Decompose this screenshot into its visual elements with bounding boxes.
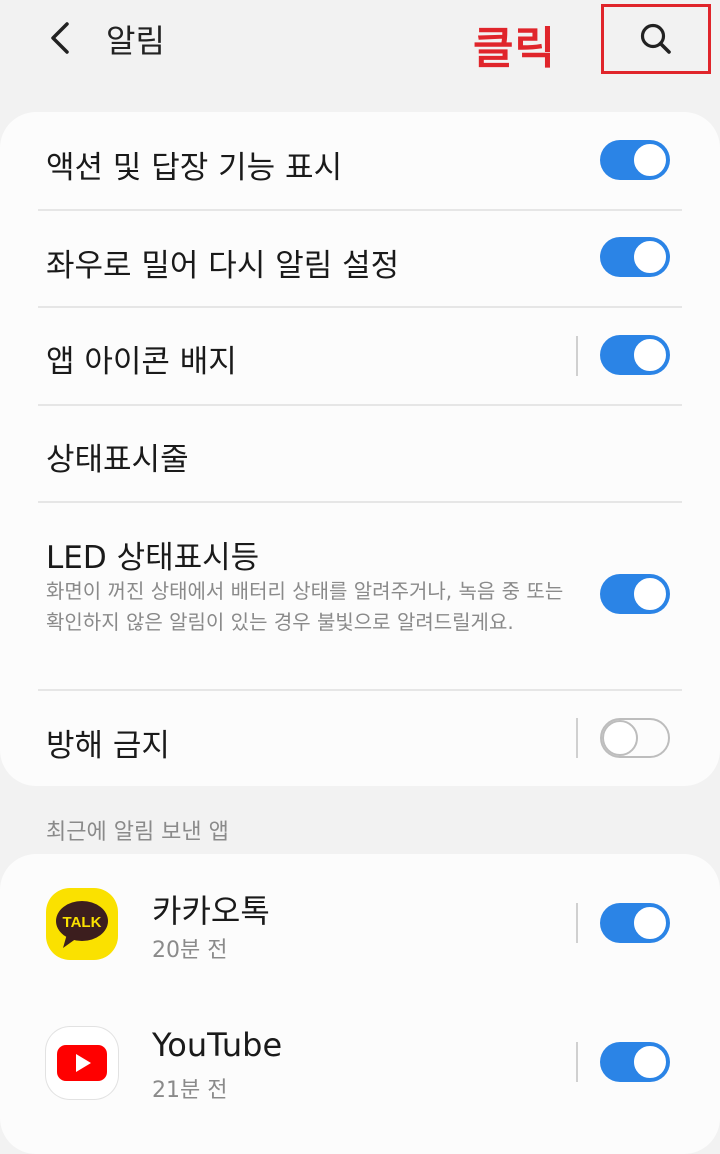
toggle-switch[interactable]	[600, 718, 670, 758]
setting-row-led[interactable]: LED 상태표시등 화면이 꺼진 상태에서 배터리 상태를 알려주거나, 녹음 …	[0, 502, 720, 689]
setting-label: 방해 금지	[46, 728, 170, 764]
toggle-knob	[632, 576, 668, 612]
setting-label: 액션 및 답장 기능 표시	[46, 150, 343, 186]
kakaotalk-bubble-icon: TALK	[56, 901, 108, 948]
top-app-bar: 알림 클릭	[0, 0, 720, 90]
toggle-switch[interactable]	[600, 237, 670, 277]
toggle-switch[interactable]	[600, 1042, 670, 1082]
setting-label: 상태표시줄	[46, 442, 189, 478]
app-row-youtube[interactable]: YouTube 21분 전	[0, 1000, 720, 1107]
setting-row-badge[interactable]: 앱 아이콘 배지	[0, 307, 720, 404]
toggle-switch[interactable]	[600, 335, 670, 375]
app-time: 21분 전	[152, 1078, 228, 1103]
section-header: 최근에 알림 보낸 앱	[46, 820, 229, 845]
toggle-knob	[632, 337, 668, 373]
setting-description: 화면이 꺼진 상태에서 배터리 상태를 알려주거나, 녹음 중 또는 확인하지 …	[46, 579, 564, 634]
app-time: 20분 전	[152, 938, 228, 963]
toggle-switch[interactable]	[600, 903, 670, 943]
toggle-switch[interactable]	[600, 140, 670, 180]
back-button[interactable]	[40, 18, 80, 58]
toggle-knob	[632, 905, 668, 941]
setting-row-status-bar[interactable]: 상태표시줄	[0, 405, 720, 501]
app-row-kakaotalk[interactable]: TALK 카카오톡 20분 전	[0, 860, 720, 990]
vertical-separator	[576, 718, 578, 758]
toggle-switch[interactable]	[600, 574, 670, 614]
setting-label: 좌우로 밀어 다시 알림 설정	[46, 248, 400, 284]
setting-label: 앱 아이콘 배지	[46, 344, 237, 380]
search-icon	[640, 23, 671, 54]
search-button[interactable]	[601, 4, 711, 74]
toggle-knob	[602, 720, 638, 756]
setting-row-snooze[interactable]: 좌우로 밀어 다시 알림 설정	[0, 210, 720, 306]
youtube-play-icon	[57, 1045, 107, 1081]
kakaotalk-icon-text: TALK	[63, 914, 102, 931]
setting-label: LED 상태표시등	[46, 540, 260, 576]
youtube-icon	[46, 1027, 118, 1099]
toggle-knob	[632, 239, 668, 275]
app-name: 카카오톡	[152, 892, 270, 930]
kakaotalk-icon: TALK	[46, 888, 118, 960]
app-name: YouTube	[152, 1026, 283, 1064]
click-annotation: 클릭	[473, 23, 556, 74]
setting-row-actions[interactable]: 액션 및 답장 기능 표시	[0, 112, 720, 209]
setting-row-dnd[interactable]: 방해 금지	[0, 690, 720, 786]
vertical-separator	[576, 903, 578, 943]
toggle-knob	[632, 142, 668, 178]
page-title: 알림	[106, 22, 165, 60]
vertical-separator	[576, 1042, 578, 1082]
chevron-left-icon	[51, 22, 69, 54]
toggle-knob	[632, 1044, 668, 1080]
vertical-separator	[576, 336, 578, 376]
